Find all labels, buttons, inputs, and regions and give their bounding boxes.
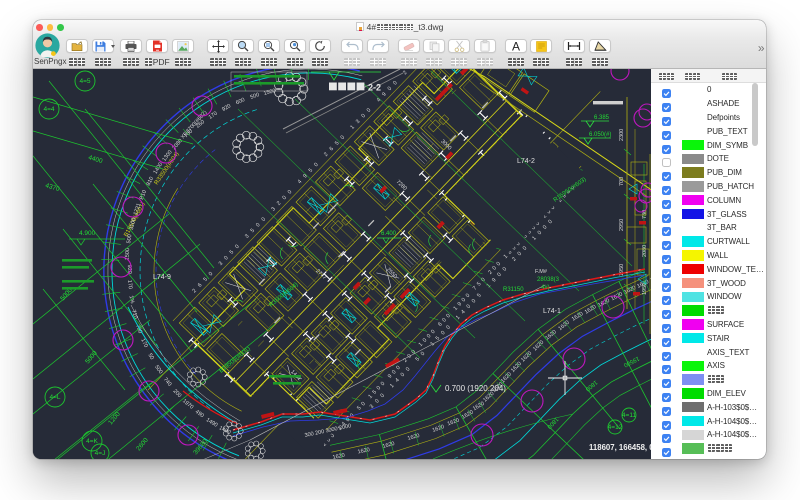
svg-text:L74-1: L74-1 (543, 308, 561, 315)
svg-text:A: A (512, 40, 520, 52)
svg-text:4=4: 4=4 (43, 106, 54, 113)
svg-text:2080: 2080 (642, 245, 648, 257)
svg-text:28038(3: 28038(3 (537, 277, 560, 283)
svg-text:L74-9: L74-9 (153, 274, 171, 281)
svg-text:L74-2: L74-2 (517, 158, 535, 165)
svg-text:4.900: 4.900 (79, 230, 96, 237)
svg-text:4=K: 4=K (86, 438, 98, 445)
svg-text:4=J: 4=J (95, 450, 106, 457)
svg-text:1950: 1950 (642, 283, 648, 295)
svg-text:4#): 4#) (541, 285, 550, 291)
svg-text:6.400: 6.400 (381, 231, 397, 237)
svg-text:4=12: 4=12 (608, 424, 623, 431)
svg-text:F.M#: F.M# (535, 269, 548, 275)
svg-text:118607, 166458, 0: 118607, 166458, 0 (589, 443, 651, 452)
svg-text:4=5: 4=5 (79, 78, 90, 85)
svg-text:2300: 2300 (619, 129, 625, 141)
svg-text:4=11: 4=11 (622, 412, 637, 419)
svg-text:2-2: 2-2 (368, 83, 381, 93)
svg-text:R31150: R31150 (503, 287, 524, 293)
svg-text:700: 700 (619, 177, 625, 186)
svg-text:6.385: 6.385 (594, 115, 610, 121)
svg-text:170: 170 (126, 280, 133, 290)
svg-text:2950: 2950 (619, 219, 625, 231)
svg-text:4=L: 4=L (49, 394, 60, 401)
svg-text:0.700 (1920.204): 0.700 (1920.204) (445, 384, 506, 393)
svg-text:6.050(#): 6.050(#) (589, 132, 611, 138)
svg-text:500: 500 (126, 234, 133, 244)
